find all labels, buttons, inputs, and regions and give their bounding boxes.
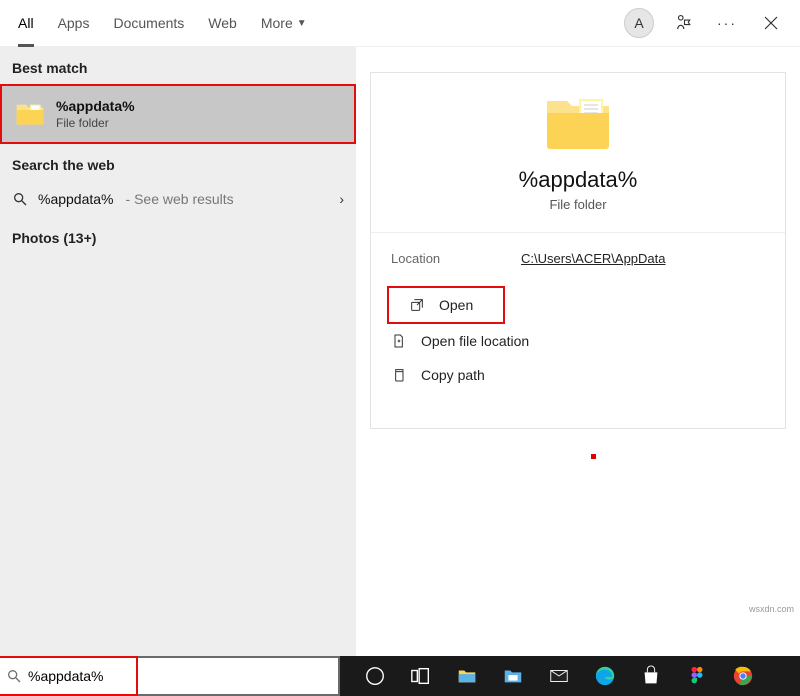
web-result-title: %appdata% (38, 191, 114, 207)
store-icon[interactable] (638, 663, 664, 689)
top-right-controls: A ··· (624, 8, 794, 38)
action-open-location-label: Open file location (421, 333, 529, 349)
action-copy-path[interactable]: Copy path (371, 358, 785, 392)
detail-title: %appdata% (519, 167, 638, 193)
avatar[interactable]: A (624, 8, 654, 38)
tab-web[interactable]: Web (196, 0, 249, 47)
chevron-down-icon: ▼ (297, 18, 307, 29)
chrome-icon[interactable] (730, 663, 756, 689)
best-match-label: Best match (0, 47, 356, 84)
tab-more-label: More (261, 15, 293, 31)
folder-icon (543, 93, 613, 153)
result-title: %appdata% (56, 98, 135, 114)
feedback-icon[interactable] (668, 8, 698, 38)
red-marker (591, 454, 596, 459)
detail-subtitle: File folder (549, 197, 606, 212)
task-view-icon[interactable] (408, 663, 434, 689)
tab-documents[interactable]: Documents (101, 0, 196, 47)
mail-icon[interactable] (546, 663, 572, 689)
location-value[interactable]: C:\Users\ACER\AppData (521, 251, 666, 266)
taskbar-icons (340, 663, 800, 689)
photos-label[interactable]: Photos (13+) (0, 217, 356, 254)
tab-all[interactable]: All (6, 0, 46, 47)
more-options-icon[interactable]: ··· (712, 8, 742, 38)
search-web-label: Search the web (0, 144, 356, 181)
open-icon (409, 297, 425, 313)
folder-icon[interactable] (500, 663, 526, 689)
taskbar-search[interactable] (0, 656, 340, 696)
tab-more[interactable]: More ▼ (249, 0, 319, 47)
figma-icon[interactable] (684, 663, 710, 689)
tab-apps[interactable]: Apps (46, 0, 102, 47)
detail-card: %appdata% File folder Location C:\Users\… (370, 72, 786, 429)
search-input[interactable] (28, 658, 338, 694)
result-text: %appdata% File folder (56, 98, 135, 130)
result-subtitle: File folder (56, 116, 135, 130)
best-match-result[interactable]: %appdata% File folder (0, 84, 356, 144)
search-icon (6, 668, 22, 684)
top-tab-bar: All Apps Documents Web More ▼ A ··· (0, 0, 800, 47)
chevron-right-icon: › (339, 191, 344, 207)
web-result-subtitle: - See web results (126, 191, 234, 207)
search-icon (12, 191, 28, 207)
attribution: wsxdn.com (749, 604, 794, 614)
copy-icon (391, 367, 407, 383)
action-open-label: Open (439, 297, 473, 313)
action-copy-path-label: Copy path (421, 367, 485, 383)
open-location-icon (391, 333, 407, 349)
taskbar (0, 656, 800, 696)
action-open-file-location[interactable]: Open file location (371, 324, 785, 358)
cortana-icon[interactable] (362, 663, 388, 689)
action-open[interactable]: Open (387, 286, 505, 324)
folder-icon (14, 98, 46, 130)
edge-icon[interactable] (592, 663, 618, 689)
web-result[interactable]: %appdata% - See web results › (0, 181, 356, 217)
action-open-wrap: Open (371, 286, 785, 324)
location-label: Location (391, 251, 481, 266)
results-pane: Best match %appdata% File folder Search … (0, 47, 356, 656)
file-explorer-icon[interactable] (454, 663, 480, 689)
actions-list: Open Open file location Copy path (371, 280, 785, 398)
detail-pane: %appdata% File folder Location C:\Users\… (356, 47, 800, 656)
location-row: Location C:\Users\ACER\AppData (371, 232, 785, 280)
main-area: Best match %appdata% File folder Search … (0, 47, 800, 656)
detail-header: %appdata% File folder (371, 93, 785, 232)
close-icon[interactable] (756, 8, 786, 38)
